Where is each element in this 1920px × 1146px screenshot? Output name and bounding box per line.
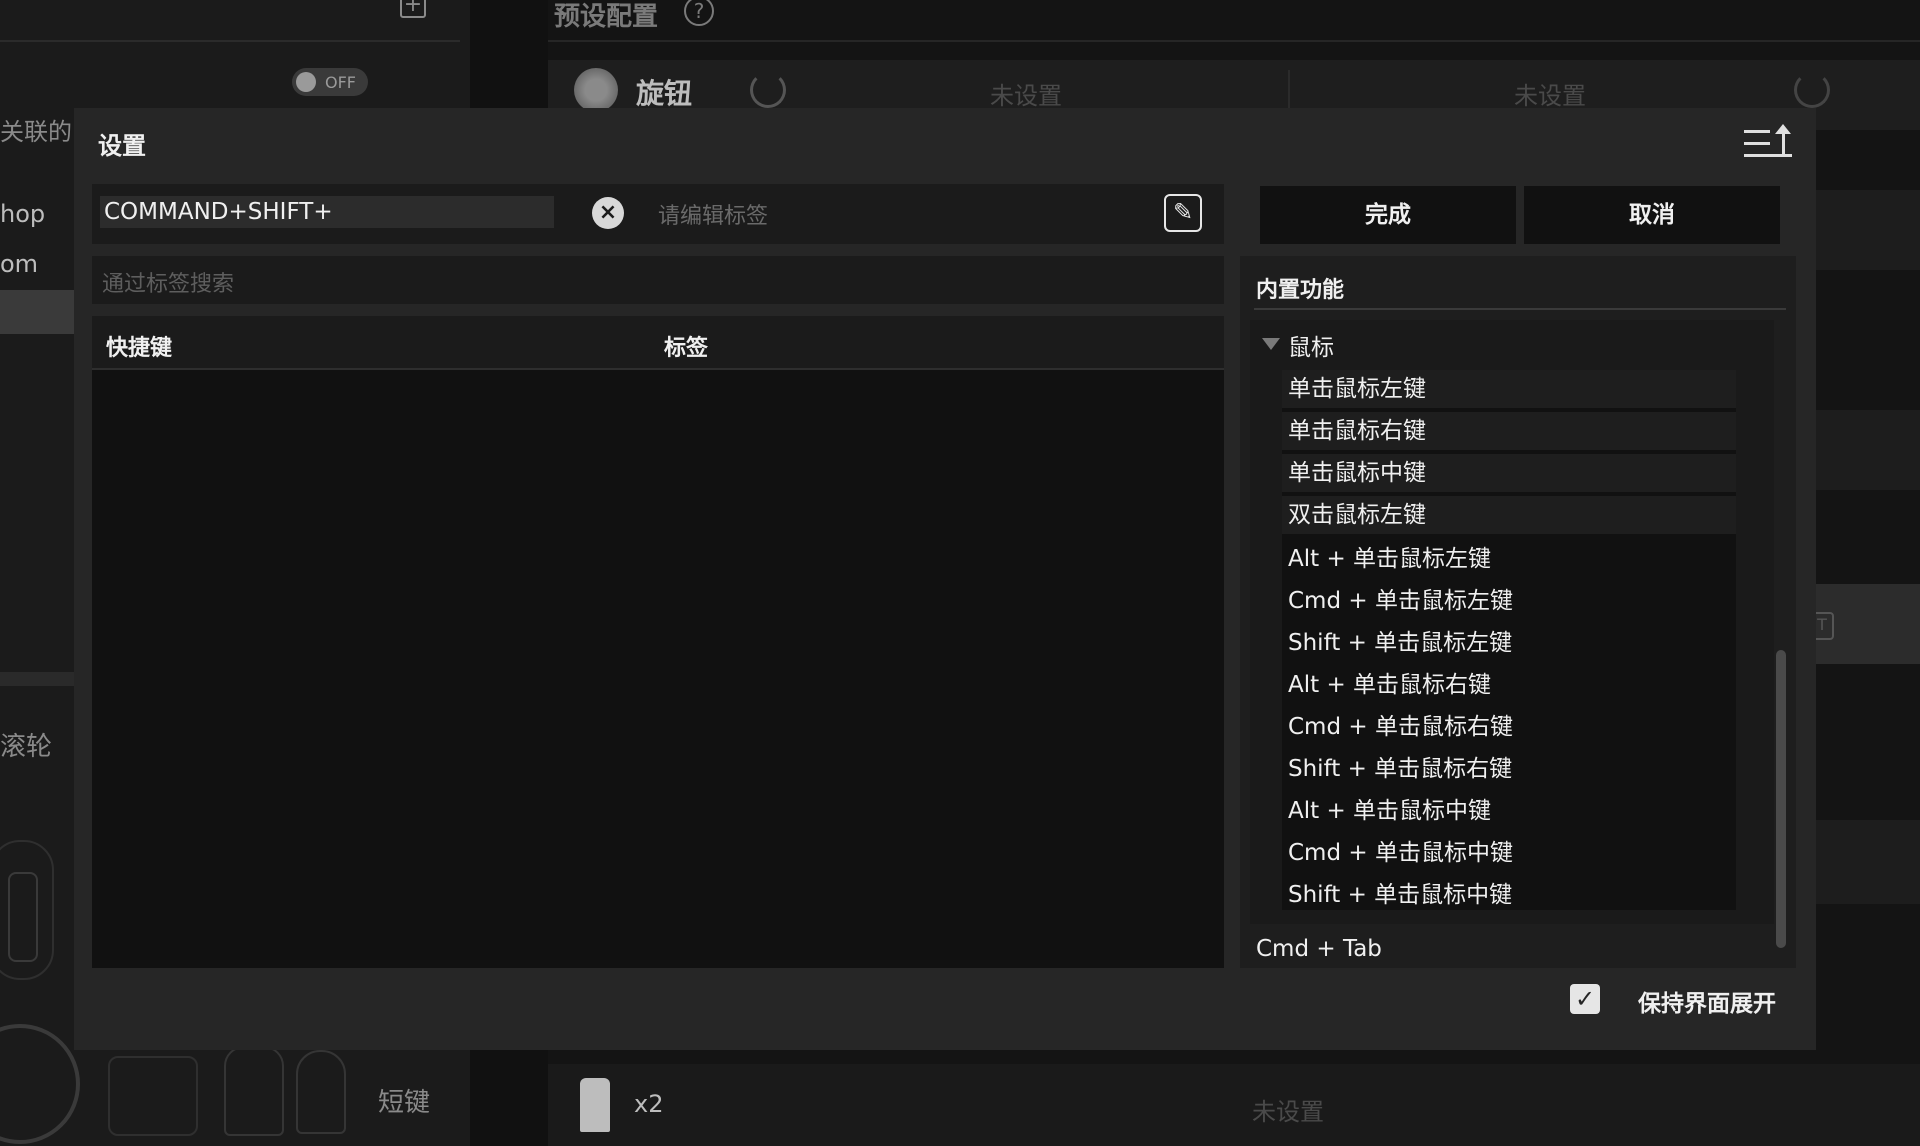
shortcut-edit-bar: × 请编辑标签 ✎ [92, 184, 1224, 244]
unset-label[interactable]: 未设置 [1252, 1092, 1324, 1127]
dpad-icon[interactable] [108, 1056, 198, 1136]
rotate-ccw-icon [750, 72, 786, 108]
cancel-button[interactable]: 取消 [1524, 186, 1780, 244]
knob-icon [574, 68, 618, 112]
key-icon[interactable] [224, 1046, 284, 1136]
collapse-icon-head [1775, 124, 1791, 134]
list-item[interactable]: Shift + 单击鼠标中键 [1282, 876, 1736, 916]
list-item[interactable]: 双击鼠标左键 [1282, 496, 1736, 536]
collapse-icon-line [1744, 154, 1792, 157]
rotate-cw-icon [1794, 72, 1830, 108]
tag-search-bar[interactable]: 通过标签搜索 [92, 256, 1224, 304]
list-item[interactable]: Alt + 单击鼠标右键 [1282, 666, 1736, 706]
list-item[interactable]: 单击鼠标左键 [1282, 370, 1736, 410]
clear-icon[interactable]: × [592, 197, 624, 229]
collapse-icon-line [1744, 130, 1770, 133]
divider [1288, 70, 1290, 110]
mouse-function-list: 单击鼠标左键 单击鼠标右键 单击鼠标中键 双击鼠标左键 Alt + 单击鼠标左键… [1282, 370, 1736, 910]
unset-label[interactable]: 未设置 [1514, 76, 1586, 111]
tree-group-mouse[interactable]: 鼠标 [1288, 328, 1334, 362]
list-item[interactable]: Shift + 单击鼠标右键 [1282, 750, 1736, 790]
short-key-label: 短键 [378, 1088, 431, 1118]
chevron-down-icon[interactable] [1262, 338, 1280, 350]
toggle-knob [296, 72, 316, 92]
builtin-functions-panel: 内置功能 鼠标 单击鼠标左键 单击鼠标右键 单击鼠标中键 双击鼠标左键 Alt … [1240, 256, 1796, 968]
collapse-icon-line [1744, 142, 1770, 145]
column-header-shortcut[interactable]: 快捷键 [106, 330, 172, 362]
associated-apps-label: 关联的 [0, 118, 72, 146]
dial-icon[interactable] [0, 1024, 80, 1144]
keep-expanded-label: 保持界面展开 [1638, 991, 1776, 1017]
list-header: 快捷键 标签 [92, 316, 1224, 370]
divider [1254, 308, 1786, 310]
device-button[interactable] [8, 872, 38, 962]
list-item[interactable]: Cmd + 单击鼠标右键 [1282, 708, 1736, 748]
toggle-label: OFF [325, 73, 356, 92]
list-item[interactable]: Cmd + 单击鼠标左键 [1282, 582, 1736, 622]
edit-icon[interactable]: ✎ [1164, 194, 1202, 232]
bottom-preset-row[interactable] [548, 1064, 1920, 1146]
shortcut-input[interactable] [100, 196, 554, 228]
preset-title: 预设配置 [554, 2, 659, 32]
selected-app-row[interactable] [0, 290, 80, 334]
preset-row[interactable] [1808, 190, 1920, 270]
tree-group-cmd-tab[interactable]: Cmd + Tab [1256, 936, 1382, 962]
off-toggle[interactable]: OFF [292, 68, 368, 96]
dialog-title: 设置 [98, 132, 146, 160]
divider [0, 40, 460, 42]
list-item[interactable]: Cmd + 单击鼠标中键 [1282, 834, 1736, 874]
scrollbar[interactable] [1774, 320, 1788, 948]
builtin-title: 内置功能 [1256, 278, 1345, 303]
divider [0, 672, 80, 686]
wheel-label: 滚轮 [0, 732, 53, 762]
key-icon [580, 1078, 610, 1132]
preset-row[interactable] [1808, 410, 1920, 490]
settings-dialog: 设置 × 请编辑标签 ✎ 通过标签搜索 快捷键 标签 完成 取消 内置功能 鼠标… [74, 108, 1816, 1050]
list-item[interactable]: Alt + 单击鼠标左键 [1282, 540, 1736, 580]
tag-search-input[interactable]: 通过标签搜索 [102, 266, 234, 298]
column-header-tag[interactable]: 标签 [664, 330, 708, 362]
app-item[interactable]: hop [0, 200, 45, 228]
shortcut-list: 快捷键 标签 [92, 316, 1224, 968]
scrollbar-thumb[interactable] [1776, 650, 1786, 948]
divider [548, 40, 1920, 42]
add-icon[interactable]: + [400, 0, 426, 18]
keep-expanded-checkbox[interactable]: ✓ [1570, 984, 1600, 1014]
function-tree: 鼠标 单击鼠标左键 单击鼠标右键 单击鼠标中键 双击鼠标左键 Alt + 单击鼠… [1250, 320, 1774, 924]
collapse-icon[interactable] [1744, 124, 1794, 164]
unset-label[interactable]: 未设置 [990, 76, 1062, 111]
knob-label: 旋钮 [636, 77, 693, 110]
help-icon[interactable]: ? [684, 0, 714, 26]
list-item[interactable]: Alt + 单击鼠标中键 [1282, 792, 1736, 832]
list-item[interactable]: Shift + 单击鼠标左键 [1282, 624, 1736, 664]
press-count: x2 [634, 1090, 664, 1118]
app-item[interactable]: om [0, 250, 38, 278]
done-button[interactable]: 完成 [1260, 186, 1516, 244]
preset-row[interactable] [1808, 820, 1920, 904]
tag-input[interactable]: 请编辑标签 [658, 198, 768, 230]
key-icon[interactable] [296, 1050, 346, 1134]
list-item[interactable]: 单击鼠标中键 [1282, 454, 1736, 494]
list-item[interactable]: 单击鼠标右键 [1282, 412, 1736, 452]
